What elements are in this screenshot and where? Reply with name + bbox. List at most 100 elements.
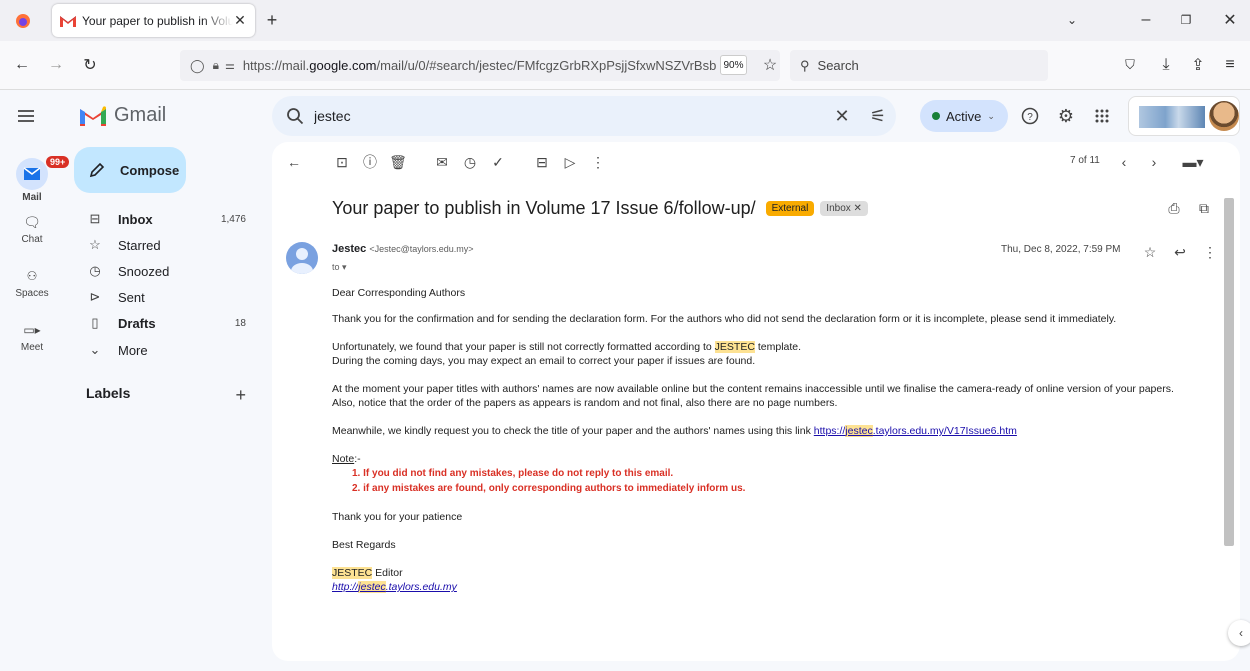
account-switcher[interactable] — [1128, 96, 1240, 136]
pocket-icon[interactable]: ⛉ — [1120, 55, 1140, 75]
sender-name[interactable]: Jestec — [332, 243, 366, 255]
main-menu-icon[interactable] — [14, 104, 38, 128]
nav-label: Starred — [118, 237, 161, 253]
add-task-icon[interactable]: ✓ — [488, 152, 508, 172]
move-to-icon[interactable]: ⊟ — [532, 152, 552, 172]
unread-badge: 99+ — [46, 156, 70, 168]
scrollbar-thumb[interactable] — [1224, 198, 1234, 546]
nav-item-drafts[interactable]: ▯ Drafts 18 — [72, 310, 264, 336]
rail-spaces-label: Spaces — [15, 288, 49, 299]
url-bar[interactable]: ◯ 🔒︎ ⚌ https://mail.google.com/mail/u/0/… — [180, 50, 780, 81]
print-icon[interactable]: ⎙ — [1164, 198, 1184, 218]
paragraph-4: Meanwhile, we kindly request you to chec… — [332, 425, 1017, 437]
draft-icon: ▯ — [91, 315, 99, 330]
keyboard-input-icon[interactable]: ▬▾ — [1178, 152, 1208, 172]
new-tab-icon[interactable]: + — [262, 10, 282, 30]
paragraph-2a: Unfortunately, we found that your paper … — [332, 341, 802, 353]
video-camera-icon: ▭▸ — [23, 323, 41, 337]
app-menu-icon[interactable]: ≡ — [1220, 55, 1240, 75]
status-dropdown[interactable]: Active ⌄ — [920, 100, 1008, 132]
gmail-logo-text: Gmail — [114, 104, 167, 126]
firefox-icon[interactable] — [14, 12, 32, 30]
recipients-toggle[interactable]: to ▾ — [332, 262, 347, 273]
sender-email: <Jestec@taylors.edu.my> — [369, 244, 474, 254]
chevron-down-icon: ⌄ — [987, 110, 995, 121]
nav-item-snoozed[interactable]: ◷ Snoozed — [72, 258, 264, 284]
more-vert-icon[interactable]: ⋮ — [588, 152, 608, 172]
gmail-logo[interactable]: Gmail — [80, 104, 166, 127]
rail-spaces[interactable]: ⚇ Spaces — [0, 266, 64, 299]
note-heading: Note:- — [332, 453, 361, 465]
rail-mail[interactable]: 99+ Mail — [0, 156, 70, 203]
nav-item-sent[interactable]: ⊳ Sent — [72, 284, 264, 310]
nav-item-more[interactable]: ⌄ More — [72, 337, 264, 363]
chevron-down-icon: ⌄ — [89, 342, 101, 357]
search-input[interactable] — [314, 108, 824, 124]
nav-item-inbox[interactable]: ⊟ Inbox 1,476 — [72, 206, 264, 232]
compose-button[interactable]: Compose — [74, 147, 186, 193]
mail-search-box[interactable]: ✕ ⚟ — [272, 96, 896, 136]
rail-chat[interactable]: 🗨︎ Chat — [0, 212, 64, 246]
back-to-search-icon[interactable]: ← — [284, 152, 304, 172]
mark-unread-icon[interactable]: ✉︎ — [432, 152, 452, 172]
signature-link[interactable]: http://jestec.taylors.edu.my — [332, 581, 457, 593]
more-vert-icon[interactable]: ⋮ — [1200, 242, 1220, 262]
clear-search-icon[interactable]: ✕ — [824, 106, 860, 127]
lock-icon[interactable]: 🔒︎ — [213, 58, 219, 73]
inbox-icon: ⊟ — [89, 211, 101, 226]
tracking-shield-icon[interactable]: ◯ — [190, 58, 205, 74]
zoom-level[interactable]: 90% — [720, 55, 747, 75]
browser-search-box[interactable]: ⚲ Search — [790, 50, 1048, 81]
tab-close-icon[interactable]: ✕ — [233, 12, 247, 29]
reply-icon[interactable]: ↩ — [1170, 242, 1190, 262]
list-tabs-icon[interactable]: ⌄ — [1062, 10, 1082, 30]
search-icon[interactable] — [286, 107, 304, 125]
mail-icon: 99+ — [16, 156, 70, 190]
nav-label: Snoozed — [118, 263, 170, 279]
settings-gear-icon[interactable]: ⚙ — [1054, 104, 1078, 128]
nav-label: Sent — [118, 289, 145, 305]
older-icon[interactable]: › — [1144, 152, 1164, 172]
nav-item-starred[interactable]: ☆ Starred — [72, 232, 264, 258]
newer-icon[interactable]: ‹ — [1114, 152, 1134, 172]
minimize-icon[interactable]: – — [1136, 10, 1156, 30]
paragraph-3a: At the moment your paper titles with aut… — [332, 383, 1174, 395]
label-external: External — [765, 201, 815, 216]
share-icon[interactable]: ⇪ — [1188, 55, 1208, 75]
browser-tab-active[interactable]: Your paper to publish in Volume 17 Issue… — [52, 4, 255, 37]
nav-label: More — [118, 342, 148, 358]
label-icon[interactable]: ▷ — [560, 152, 580, 172]
bookmark-star-icon[interactable]: ☆ — [760, 55, 780, 75]
sender-avatar[interactable] — [286, 242, 318, 274]
close-window-icon[interactable]: ✕ — [1220, 10, 1240, 30]
email-date: Thu, Dec 8, 2022, 7:59 PM — [1001, 244, 1121, 255]
side-panel-toggle-icon[interactable]: ‹ — [1228, 620, 1250, 646]
permissions-icon[interactable]: ⚌ — [225, 59, 235, 72]
status-label: Active — [946, 108, 982, 124]
archive-icon[interactable]: ⊡ — [332, 152, 352, 172]
forward-icon[interactable]: → — [46, 55, 66, 75]
restore-icon[interactable]: ❐ — [1176, 10, 1196, 30]
avatar[interactable] — [1209, 101, 1239, 131]
gmail-header: Gmail ✕ ⚟ Active ⌄ ? ⚙ — [0, 90, 1250, 142]
downloads-icon[interactable]: ⤓ — [1156, 55, 1176, 75]
apps-grid-icon[interactable] — [1090, 104, 1114, 128]
open-new-window-icon[interactable]: ⧉ — [1194, 198, 1214, 218]
url-text: https://mail.google.com/mail/u/0/#search… — [242, 58, 717, 73]
reload-icon[interactable]: ↻ — [80, 55, 100, 75]
add-label-button[interactable]: + — [235, 385, 246, 406]
organization-logo — [1139, 106, 1205, 128]
report-spam-icon[interactable]: ⓘ — [360, 152, 380, 172]
rail-meet[interactable]: ▭▸ Meet — [0, 320, 64, 353]
label-inbox[interactable]: Inbox ✕ — [820, 201, 868, 216]
back-icon[interactable]: ← — [12, 55, 32, 75]
help-icon[interactable]: ? — [1018, 104, 1042, 128]
star-icon[interactable]: ☆ — [1140, 242, 1160, 262]
thanks-line: Thank you for your patience — [332, 511, 463, 523]
search-options-icon[interactable]: ⚟ — [860, 106, 896, 127]
browser-search-icon: ⚲ — [800, 57, 810, 73]
snooze-icon[interactable]: ◷ — [460, 152, 480, 172]
issue-link[interactable]: https://jestec.taylors.edu.my/V17Issue6.… — [814, 425, 1017, 437]
pager-count: 7 of 11 — [1070, 155, 1100, 166]
trash-icon[interactable]: 🗑︎ — [388, 152, 408, 172]
